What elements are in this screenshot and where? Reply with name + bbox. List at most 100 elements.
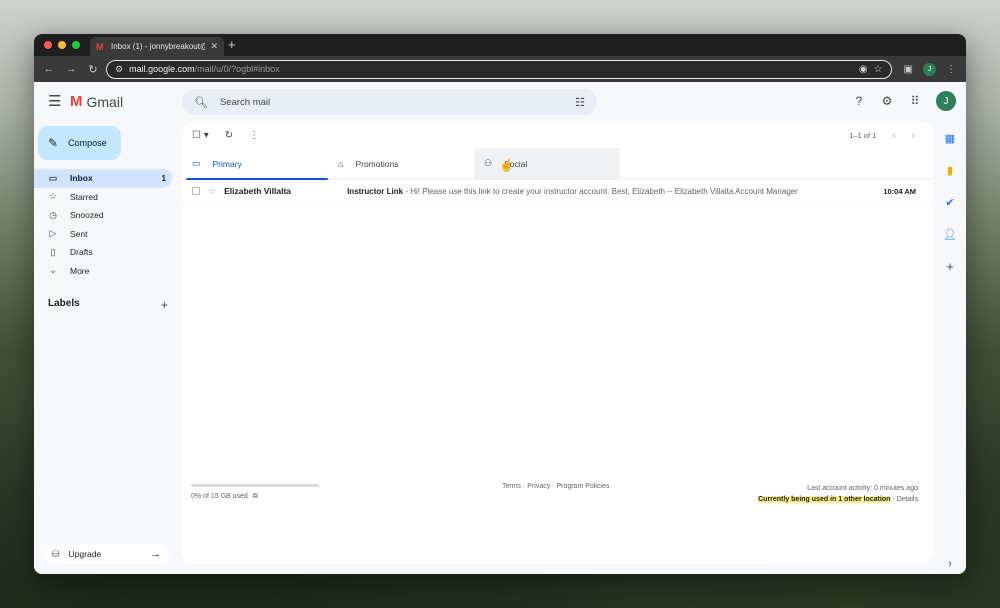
minimize-window-button[interactable]	[58, 41, 66, 49]
gmail-app: ☰ M Gmail 🔍︎ Search mail ☷ ? ⚙ ⠿ J ✎ Com…	[34, 82, 966, 574]
more-options-icon[interactable]: ⋮	[249, 130, 259, 141]
close-window-button[interactable]	[44, 41, 52, 49]
row-checkbox[interactable]	[192, 187, 200, 195]
tab-social[interactable]: ⚇ Social ☝	[474, 148, 620, 179]
gmail-logo-text: Gmail	[86, 93, 124, 110]
tab-label: Promotions	[355, 158, 399, 169]
previous-page-icon[interactable]: ‹	[892, 130, 895, 141]
pencil-icon: ✎	[48, 136, 59, 150]
star-icon[interactable]: ☆	[208, 186, 216, 197]
compose-label: Compose	[68, 138, 107, 148]
gmail-logo[interactable]: M Gmail	[70, 93, 123, 110]
email-sender: Elizabeth Villalta	[224, 186, 291, 196]
tab-title: Inbox (1) - jonnybreakout@gm	[111, 42, 205, 51]
keep-icon[interactable]: ▮	[934, 154, 966, 186]
sidebar-item-snoozed[interactable]: ◷ Snoozed	[34, 206, 172, 225]
search-input[interactable]: Search mail	[220, 97, 563, 108]
search-bar[interactable]: 🔍︎ Search mail ☷	[182, 89, 597, 115]
select-all-checkbox[interactable]: ☐ ▾	[192, 130, 209, 141]
account-activity: Last account activity: 0 minutes ago Cur…	[758, 483, 918, 505]
storage-info: 0% of 15 GB used ⧉	[191, 493, 258, 501]
help-icon[interactable]: ?	[852, 94, 866, 108]
eye-icon[interactable]: ◉	[859, 64, 868, 75]
sidebar-item-drafts[interactable]: ▯ Drafts	[34, 243, 172, 262]
inbox-icon: ▭	[192, 158, 201, 168]
email-time: 10:04 AM	[883, 186, 916, 196]
add-addon-icon[interactable]: +	[934, 250, 966, 282]
compose-button[interactable]: ✎ Compose	[38, 126, 121, 160]
settings-gear-icon[interactable]: ⚙	[880, 94, 894, 108]
upgrade-label: Upgrade	[68, 549, 102, 559]
search-icon[interactable]: 🔍︎	[194, 96, 208, 109]
tasks-icon[interactable]: ✔	[934, 186, 966, 218]
location-notice: Currently being used in 1 other location	[758, 496, 891, 503]
sidebar-item-label: Sent	[70, 228, 88, 239]
url-field[interactable]: ⚙ mail.google.com/mail/u/0/?ogbl#inbox ◉…	[106, 59, 892, 79]
inbox-icon: ▭	[48, 172, 58, 183]
sidebar-item-label: Inbox	[70, 173, 93, 184]
labels-title: Labels	[48, 298, 80, 309]
account-avatar[interactable]: J	[936, 91, 956, 111]
gmail-header: ☰ M Gmail 🔍︎ Search mail ☷ ? ⚙ ⠿ J	[34, 82, 966, 122]
add-label-icon[interactable]: +	[161, 298, 168, 312]
contacts-icon[interactable]: 👤︎	[934, 218, 966, 250]
maximize-window-button[interactable]	[72, 41, 80, 49]
upgrade-button[interactable]: ⛁ Upgrade →	[44, 544, 169, 564]
unread-count: 1	[161, 173, 166, 183]
mail-list-panel: ☐ ▾ ↻ ⋮ 1–1 of 1 ‹ › ▭ Primary ⌂ Promoti…	[182, 122, 933, 564]
gmail-favicon-icon: M	[96, 41, 104, 52]
email-row[interactable]: ☆ Elizabeth Villalta Instructor Link - H…	[182, 180, 933, 203]
arrow-right-icon: →	[150, 548, 161, 560]
tab-primary[interactable]: ▭ Primary	[182, 148, 328, 180]
apps-grid-icon[interactable]: ⠿	[908, 94, 922, 108]
star-icon: ☆	[48, 191, 58, 202]
sidebar-item-label: More	[70, 265, 90, 276]
header-actions: ? ⚙ ⠿ J	[852, 91, 956, 111]
sidebar-item-label: Drafts	[70, 247, 93, 258]
show-side-panel-icon[interactable]: ›	[934, 558, 966, 570]
next-page-icon[interactable]: ›	[912, 130, 915, 141]
back-arrow-icon[interactable]: ←	[40, 63, 58, 75]
address-bar: ← → ↻ ⚙ mail.google.com/mail/u/0/?ogbl#i…	[34, 56, 966, 82]
sidebar-item-sent[interactable]: ▷ Sent	[34, 225, 172, 244]
footer-links[interactable]: Terms · Privacy · Program Policies	[502, 483, 609, 490]
tab-search-icon[interactable]: ▣	[904, 64, 913, 75]
sidebar-item-more[interactable]: ⌄ More	[34, 262, 172, 281]
tab-strip: M Inbox (1) - jonnybreakout@gm ✕ +	[34, 34, 966, 56]
close-tab-icon[interactable]: ✕	[210, 41, 218, 52]
refresh-icon[interactable]: ↻	[225, 130, 233, 141]
profile-avatar[interactable]: J	[923, 62, 936, 76]
labels-header: Labels +	[48, 298, 168, 312]
browser-menu-icon[interactable]: ⋮	[946, 64, 956, 75]
details-link[interactable]: Details	[897, 496, 918, 503]
storage-icon: ⛁	[52, 548, 60, 559]
browser-tab-gmail[interactable]: M Inbox (1) - jonnybreakout@gm ✕	[90, 37, 224, 56]
pagination-text: 1–1 of 1	[849, 130, 877, 140]
hand-pointer-cursor-icon: ☝	[499, 158, 514, 172]
sidebar: ✎ Compose ▭ Inbox 1 ☆ Starred ◷ Snoozed	[34, 122, 182, 574]
sidebar-item-starred[interactable]: ☆ Starred	[34, 188, 172, 207]
sidebar-item-label: Starred	[70, 191, 98, 202]
reload-icon[interactable]: ↻	[84, 63, 102, 76]
url-host: mail.google.com	[129, 64, 195, 74]
folder-nav: ▭ Inbox 1 ☆ Starred ◷ Snoozed ▷ Sent ▯ D…	[34, 169, 172, 280]
sidebar-item-inbox[interactable]: ▭ Inbox 1	[34, 169, 172, 188]
calendar-icon[interactable]: ▦	[934, 122, 966, 154]
search-options-icon[interactable]: ☷	[575, 96, 585, 109]
chevron-down-icon: ⌄	[49, 265, 57, 276]
site-info-icon[interactable]: ⚙	[115, 64, 123, 75]
open-storage-icon[interactable]: ⧉	[253, 493, 258, 500]
new-tab-button[interactable]: +	[228, 37, 236, 53]
browser-actions: ▣ J ⋮	[896, 62, 960, 76]
side-panel: ▦ ▮ ✔ 👤︎ + ›	[934, 122, 966, 574]
url-path: /mail/u/0/?ogbl#inbox	[194, 64, 280, 74]
forward-arrow-icon[interactable]: →	[62, 63, 80, 75]
bookmark-star-icon[interactable]: ☆	[874, 64, 883, 75]
storage-progress-bar	[191, 484, 319, 487]
url-text: mail.google.com/mail/u/0/?ogbl#inbox	[129, 64, 853, 74]
email-subject: Instructor Link	[347, 186, 404, 196]
clock-icon: ◷	[49, 209, 57, 220]
pagination-controls: ‹ ›	[892, 130, 923, 141]
main-menu-icon[interactable]: ☰	[48, 94, 61, 109]
tab-promotions[interactable]: ⌂ Promotions	[328, 148, 474, 179]
